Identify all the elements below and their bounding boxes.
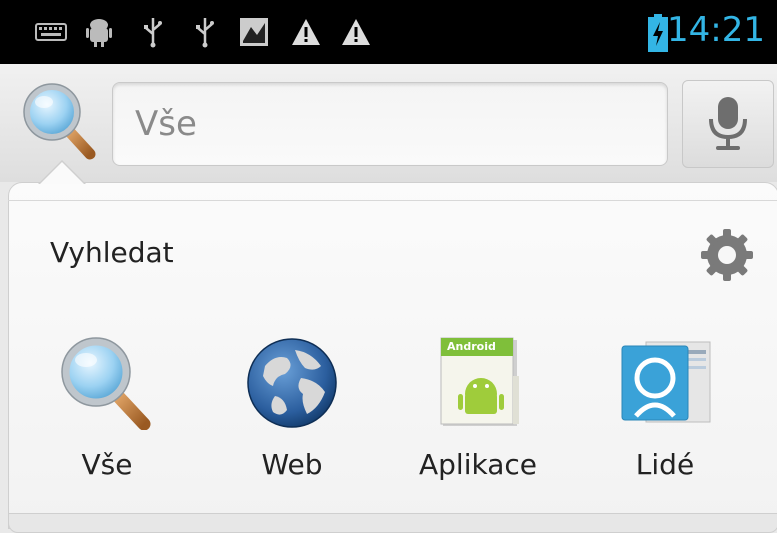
warning-icon — [340, 16, 372, 48]
keyboard-icon — [34, 16, 68, 48]
globe-icon — [245, 336, 339, 430]
search-input[interactable] — [133, 97, 637, 151]
android-app-icon: Android — [431, 336, 525, 430]
battery-charging-icon — [648, 14, 668, 52]
usb-icon — [192, 16, 218, 48]
warning-icon — [290, 16, 322, 48]
source-item-label: Aplikace — [419, 448, 537, 481]
source-item-all[interactable]: Vše — [32, 336, 182, 486]
usb-icon — [140, 16, 166, 48]
search-bar — [0, 64, 777, 182]
image-notification-icon — [238, 16, 270, 48]
search-field[interactable] — [112, 82, 668, 166]
settings-gear-icon[interactable] — [700, 228, 754, 282]
source-item-label: Lidé — [635, 448, 695, 481]
source-item-label: Vše — [81, 448, 133, 481]
source-item-web[interactable]: Web — [217, 336, 367, 486]
magnifier-icon[interactable] — [22, 82, 98, 166]
source-item-apps[interactable]: Android Aplikace — [403, 336, 553, 486]
magnifier-icon — [60, 336, 154, 431]
contacts-icon — [618, 336, 712, 430]
panel-pointer-fill — [40, 162, 84, 184]
status-bar: 14:21 — [0, 0, 777, 64]
microphone-icon — [709, 97, 747, 150]
source-item-label: Web — [261, 448, 323, 481]
panel-title: Vyhledat — [50, 236, 174, 269]
clock: 14:21 — [667, 10, 765, 50]
android-debug-icon — [84, 16, 114, 48]
divider — [8, 200, 777, 201]
voice-search-button[interactable] — [682, 80, 774, 168]
source-item-people[interactable]: Lidé — [590, 336, 740, 486]
panel-footer — [8, 513, 777, 533]
app-badge-label: Android — [447, 340, 496, 353]
